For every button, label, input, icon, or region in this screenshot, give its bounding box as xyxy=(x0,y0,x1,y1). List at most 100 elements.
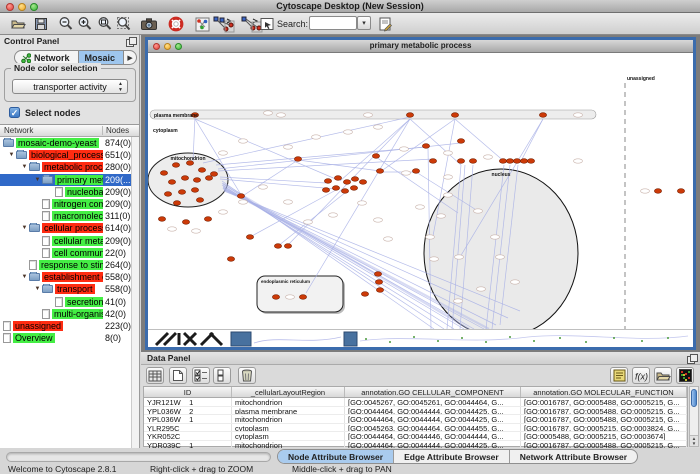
network-edge[interactable] xyxy=(520,119,543,163)
network-node[interactable] xyxy=(343,180,350,185)
expand-triangle-icon[interactable]: ▼ xyxy=(33,286,42,292)
network-node[interactable] xyxy=(539,113,546,118)
tree-row[interactable]: ▼biological_process651(0) xyxy=(0,149,131,161)
plasma-membrane-region[interactable] xyxy=(150,110,596,119)
data-panel-float-icon[interactable] xyxy=(687,354,696,363)
network-node[interactable] xyxy=(227,257,234,262)
col-region[interactable]: _cellularLayoutRegion xyxy=(232,387,345,397)
tree-row[interactable]: cell communicat22(0) xyxy=(0,247,131,259)
import-attributes-icon[interactable] xyxy=(654,367,672,384)
network-node[interactable] xyxy=(451,113,458,118)
annotation-icon[interactable] xyxy=(258,15,276,33)
network-node[interactable] xyxy=(376,169,383,174)
network-node[interactable] xyxy=(172,163,179,168)
network-node[interactable] xyxy=(429,159,436,164)
network-edge[interactable] xyxy=(220,177,326,183)
tree-col-nodes[interactable]: Nodes xyxy=(102,126,129,135)
network-node[interactable] xyxy=(237,194,244,199)
select-nodes-checkbox[interactable]: ✓ xyxy=(9,107,20,118)
network-node[interactable] xyxy=(158,217,165,222)
search-config-icon[interactable] xyxy=(376,15,394,33)
network-node[interactable] xyxy=(191,188,198,193)
tree-row[interactable]: nucleobase-209(0) xyxy=(0,186,131,198)
network-edge[interactable] xyxy=(376,157,458,213)
table-row[interactable]: YPL036W__1mitochondrion[GO:0044464, GO:0… xyxy=(144,415,687,424)
network-node[interactable] xyxy=(341,189,348,194)
network-node[interactable] xyxy=(469,159,476,164)
expand-triangle-icon[interactable]: ▼ xyxy=(7,152,16,158)
float-panel-icon[interactable] xyxy=(126,37,135,46)
tab-node-attribute-browser[interactable]: Node Attribute Browser xyxy=(278,450,393,463)
attribute-matrix-icon[interactable] xyxy=(676,367,694,384)
control-panel-scrollbar[interactable] xyxy=(131,137,139,448)
network-node[interactable] xyxy=(284,244,291,249)
network-node[interactable] xyxy=(272,295,279,300)
tree-row[interactable]: cellular metabo209(0) xyxy=(0,235,131,247)
network-node[interactable] xyxy=(677,189,684,194)
network-node[interactable] xyxy=(350,186,357,191)
network-node[interactable] xyxy=(168,180,175,185)
tree-row[interactable]: unassigned223(0) xyxy=(0,320,131,332)
col-component[interactable]: annotation.GO CELLULAR_COMPONENT xyxy=(345,387,521,397)
table-scrollbar-thumb[interactable] xyxy=(691,389,697,407)
tree-col-network[interactable]: Network xyxy=(4,126,33,135)
network-node[interactable] xyxy=(412,169,419,174)
network-node[interactable] xyxy=(332,186,339,191)
save-session-icon[interactable] xyxy=(32,15,50,33)
expand-triangle-icon[interactable]: ▼ xyxy=(20,164,29,170)
col-function[interactable]: annotation.GO MOLECULAR_FUNCTION xyxy=(521,387,687,397)
network-node[interactable] xyxy=(520,159,527,164)
zoom-selected-region-icon[interactable] xyxy=(96,15,114,33)
tree-row[interactable]: multi-organism pro42(0) xyxy=(0,308,131,320)
network-node[interactable] xyxy=(372,154,379,159)
network-node[interactable] xyxy=(182,220,189,225)
network-node[interactable] xyxy=(196,198,203,203)
table-row[interactable]: YPL036W__2plasma membrane[GO:0044464, GO… xyxy=(144,407,687,416)
network-node[interactable] xyxy=(324,179,331,184)
network-node[interactable] xyxy=(374,272,381,277)
network-window-titlebar[interactable]: primary metabolic process xyxy=(148,40,693,53)
table-row[interactable]: YLR295Ccytoplasm[GO:0045263, GO:0044464,… xyxy=(144,424,687,433)
tree-row[interactable]: response to stimulu264(0) xyxy=(0,259,131,271)
network-node[interactable] xyxy=(210,172,217,177)
network-node[interactable] xyxy=(205,176,212,181)
network-node[interactable] xyxy=(376,288,383,293)
network-node[interactable] xyxy=(178,190,185,195)
col-id[interactable]: ID xyxy=(144,387,232,397)
tree-row[interactable]: ▼primary metabo209(... xyxy=(0,174,131,186)
attribute-form-icon[interactable] xyxy=(610,367,628,384)
tree-row[interactable]: macromolecule311(0) xyxy=(0,210,131,222)
network-edge[interactable] xyxy=(216,147,426,165)
zoom-in-icon[interactable] xyxy=(76,15,94,33)
tree-row[interactable]: ▼transport558(0) xyxy=(0,283,131,295)
zoom-fit-icon[interactable] xyxy=(115,15,133,33)
tree-row[interactable]: ▼cellular process614(0) xyxy=(0,222,131,234)
select-attributes-icon[interactable] xyxy=(192,367,210,384)
network-edge[interactable] xyxy=(380,119,455,172)
network-node[interactable] xyxy=(204,217,211,222)
zoom-out-icon[interactable] xyxy=(57,15,75,33)
network-node[interactable] xyxy=(457,159,464,164)
tree-row[interactable]: nitrogen compo209(0) xyxy=(0,198,131,210)
tab-overflow-arrow-icon[interactable]: ▶ xyxy=(123,51,136,64)
delete-attribute-icon[interactable] xyxy=(238,367,256,384)
tree-row[interactable]: ▼metabolic process280(0) xyxy=(0,161,131,173)
help-lifesaver-icon[interactable] xyxy=(167,15,185,33)
tab-edge-attribute-browser[interactable]: Edge Attribute Browser xyxy=(393,450,509,463)
network-node[interactable] xyxy=(160,171,167,176)
network-node[interactable] xyxy=(246,235,253,240)
network-canvas[interactable]: plasma membrane cytoplasm mitochondrion … xyxy=(148,53,693,347)
table-row[interactable]: YKR052Ccytoplasm[GO:0044464, GO:0044446,… xyxy=(144,432,687,441)
network-node[interactable] xyxy=(322,188,329,193)
attribute-grid-icon[interactable] xyxy=(146,367,164,384)
layout-network-icon[interactable] xyxy=(212,15,236,33)
network-node[interactable] xyxy=(422,144,429,149)
search-dropdown-button[interactable]: ▾ xyxy=(357,16,371,30)
tree-row[interactable]: secretion41(0) xyxy=(0,295,131,307)
node-color-dropdown[interactable]: transporter activity ▲▼ xyxy=(12,79,128,94)
network-node[interactable] xyxy=(457,139,464,144)
network-node[interactable] xyxy=(654,189,661,194)
search-input[interactable] xyxy=(309,16,357,30)
network-node[interactable] xyxy=(181,176,188,181)
table-scrollbar-arrows[interactable]: ▲▼ xyxy=(690,435,698,446)
